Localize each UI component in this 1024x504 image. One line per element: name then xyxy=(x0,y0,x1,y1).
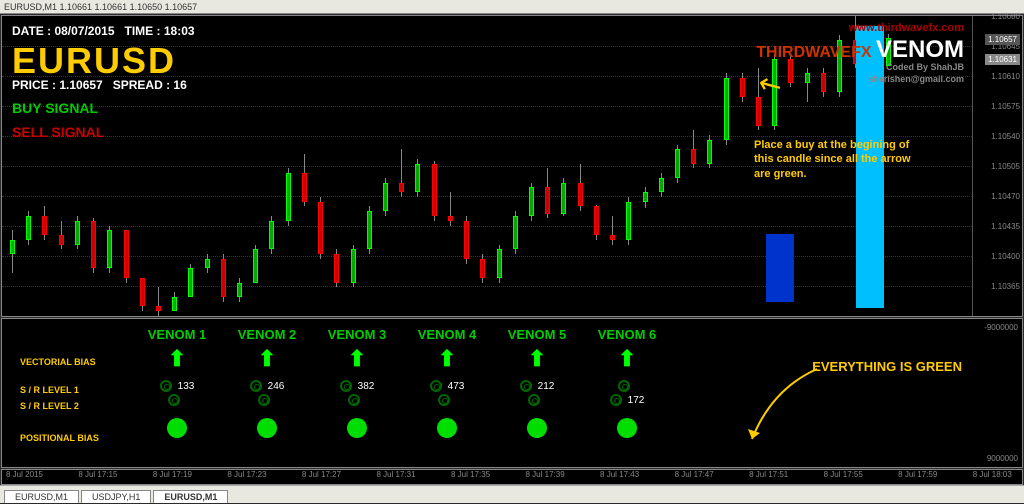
arrow-up-icon: ⬆ xyxy=(312,346,402,372)
price-current-badge: 1.10657 xyxy=(985,34,1020,45)
ind-axis-top: -9000000 xyxy=(984,323,1018,332)
price-tick: 1.10400 xyxy=(991,252,1020,261)
curve-arrow-icon xyxy=(742,359,822,449)
time-tick: 8 Jul 17:55 xyxy=(824,470,863,484)
price-tick: 1.10505 xyxy=(991,162,1020,171)
sr1-value: 382 xyxy=(358,381,375,392)
time-tick: 8 Jul 18:03 xyxy=(973,470,1012,484)
blue-zone xyxy=(766,234,794,302)
time-axis: 8 Jul 2015 8 Jul 17:15 8 Jul 17:19 8 Jul 17… xyxy=(1,469,1023,485)
time-tick: 8 Jul 17:19 xyxy=(153,470,192,484)
sr-circle-icon xyxy=(348,394,360,406)
sr-circle-icon xyxy=(438,394,450,406)
toolbar: EURUSD,M1 1.10661 1.10661 1.10650 1.1065… xyxy=(0,0,1024,14)
venom-header: VENOM 1 xyxy=(132,327,222,342)
sr-circle-icon xyxy=(430,380,442,392)
venom-header: VENOM 2 xyxy=(222,327,312,342)
sr-circle-icon xyxy=(618,380,630,392)
time-tick: 8 Jul 17:47 xyxy=(675,470,714,484)
time-tick: 8 Jul 17:59 xyxy=(898,470,937,484)
venom-header: VENOM 5 xyxy=(492,327,582,342)
venom-header: VENOM 3 xyxy=(312,327,402,342)
row-sr2: S / R LEVEL 2 xyxy=(20,401,79,411)
venom-header: VENOM 6 xyxy=(582,327,672,342)
sr2-value: 172 xyxy=(628,395,645,406)
arrow-up-icon: ⬆ xyxy=(492,346,582,372)
price-axis: 1.106801.106451.106101.105751.105401.105… xyxy=(972,16,1022,316)
sr-circle-icon xyxy=(168,394,180,406)
buy-signal-label: BUY SIGNAL xyxy=(12,100,98,116)
venom-column: VENOM 3 ⬆ 382 xyxy=(312,327,402,438)
credit-line-2: sharishen@gmail.com xyxy=(868,74,964,84)
time-tick: 8 Jul 17:27 xyxy=(302,470,341,484)
sr-circle-icon xyxy=(160,380,172,392)
arrow-up-icon: ⬆ xyxy=(582,346,672,372)
venom-column: VENOM 4 ⬆ 473 xyxy=(402,327,492,438)
tab-bar: EURUSD,M1USDJPY,H1EURUSD,M1 xyxy=(0,485,1024,503)
time-tick: 8 Jul 17:51 xyxy=(749,470,788,484)
indicator-panel[interactable]: VECTORIAL BIAS S / R LEVEL 1 S / R LEVEL… xyxy=(1,318,1023,468)
positional-dot-icon xyxy=(617,418,637,438)
positional-dot-icon xyxy=(347,418,367,438)
arrow-up-icon: ⬆ xyxy=(132,346,222,372)
sr-circle-icon xyxy=(340,380,352,392)
main-chart[interactable]: DATE : 08/07/2015 TIME : 18:03 EURUSD PR… xyxy=(1,15,1023,317)
price-tick: 1.10540 xyxy=(991,132,1020,141)
venom-column: VENOM 2 ⬆ 246 xyxy=(222,327,312,438)
positional-dot-icon xyxy=(527,418,547,438)
sr-circle-icon xyxy=(528,394,540,406)
price-tick: 1.10575 xyxy=(991,102,1020,111)
sell-signal-label: SELL SIGNAL xyxy=(12,124,104,140)
positional-dot-icon xyxy=(257,418,277,438)
chart-tab[interactable]: USDJPY,H1 xyxy=(81,490,151,503)
sr1-value: 246 xyxy=(268,381,285,392)
date-time: DATE : 08/07/2015 TIME : 18:03 xyxy=(12,24,195,38)
ind-axis-bot: 9000000 xyxy=(987,454,1018,463)
toolbar-label: EURUSD,M1 1.10661 1.10661 1.10650 1.1065… xyxy=(4,2,197,12)
row-vectorial: VECTORIAL BIAS xyxy=(20,357,96,367)
sr1-value: 473 xyxy=(448,381,465,392)
price-tick: 1.10680 xyxy=(991,12,1020,21)
brand-label: THIRDWAVEFX VENOM xyxy=(756,36,964,64)
chart-tab[interactable]: EURUSD,M1 xyxy=(153,490,228,503)
time-tick: 8 Jul 17:43 xyxy=(600,470,639,484)
time-tick: 8 Jul 17:39 xyxy=(526,470,565,484)
price-tick: 1.10610 xyxy=(991,72,1020,81)
venom-column: VENOM 1 ⬆ 133 xyxy=(132,327,222,438)
time-tick: 8 Jul 17:23 xyxy=(227,470,266,484)
price-spread: PRICE : 1.10657 SPREAD : 16 xyxy=(12,78,187,92)
venom-column: VENOM 5 ⬆ 212 xyxy=(492,327,582,438)
venom-header: VENOM 4 xyxy=(402,327,492,342)
chart-tab[interactable]: EURUSD,M1 xyxy=(4,490,79,503)
arrow-up-icon: ⬆ xyxy=(402,346,492,372)
everything-green-label: EVERYTHING IS GREEN xyxy=(812,359,962,374)
venom-column: VENOM 6 ⬆ 172 xyxy=(582,327,672,438)
sr1-value: 133 xyxy=(178,381,195,392)
row-sr1: S / R LEVEL 1 xyxy=(20,385,79,395)
sr-circle-icon xyxy=(250,380,262,392)
sr1-value: 212 xyxy=(538,381,555,392)
price-highlight-badge: 1.10631 xyxy=(985,54,1020,65)
symbol-label: EURUSD xyxy=(12,40,176,82)
sr-circle-icon xyxy=(610,394,622,406)
time-tick: 8 Jul 17:31 xyxy=(376,470,415,484)
row-positional: POSITIONAL BIAS xyxy=(20,433,99,443)
sr-circle-icon xyxy=(258,394,270,406)
sr-circle-icon xyxy=(520,380,532,392)
credit-line-1: Coded By ShahJB xyxy=(886,62,964,72)
price-tick: 1.10435 xyxy=(991,222,1020,231)
arrow-up-icon: ⬆ xyxy=(222,346,312,372)
buy-annotation: Place a buy at the begining of this cand… xyxy=(754,138,914,181)
watermark: www.thirdwavefx.com xyxy=(849,22,964,34)
price-tick: 1.10470 xyxy=(991,192,1020,201)
positional-dot-icon xyxy=(437,418,457,438)
price-tick: 1.10365 xyxy=(991,282,1020,291)
time-tick: 8 Jul 17:15 xyxy=(78,470,117,484)
time-tick: 8 Jul 17:35 xyxy=(451,470,490,484)
time-tick: 8 Jul 2015 xyxy=(6,470,43,484)
positional-dot-icon xyxy=(167,418,187,438)
